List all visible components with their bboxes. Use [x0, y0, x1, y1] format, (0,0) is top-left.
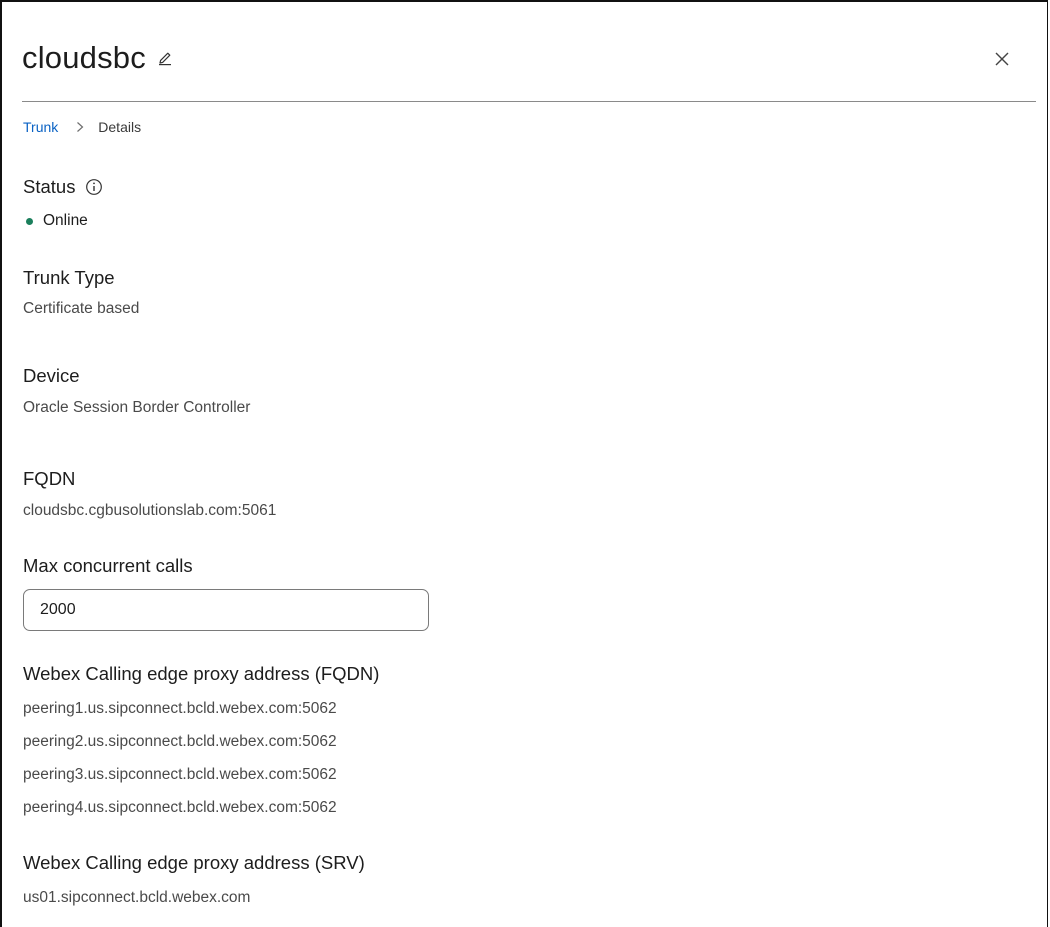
status-text: Online	[43, 212, 88, 229]
edge-proxy-fqdn-item: peering1.us.sipconnect.bcld.webex.com:50…	[23, 700, 337, 717]
close-icon[interactable]	[992, 49, 1012, 69]
breadcrumb-current: Details	[98, 119, 142, 135]
device-label: Device	[23, 365, 80, 386]
max-calls-input[interactable]	[23, 589, 429, 631]
edge-proxy-fqdn-item: peering3.us.sipconnect.bcld.webex.com:50…	[23, 766, 337, 783]
device-value: Oracle Session Border Controller	[23, 399, 251, 416]
trunk-type-value: Certificate based	[23, 300, 140, 317]
edge-proxy-srv-value: us01.sipconnect.bcld.webex.com	[23, 889, 251, 906]
edge-proxy-srv-label: Webex Calling edge proxy address (SRV)	[23, 852, 365, 873]
status-online-dot	[26, 217, 33, 225]
page-title: cloudsbc	[22, 40, 146, 75]
fqdn-label: FQDN	[23, 468, 76, 489]
breadcrumb-trunk-link[interactable]: Trunk	[23, 119, 58, 135]
status-label: Status	[23, 176, 76, 197]
pencil-icon[interactable]	[156, 49, 174, 67]
panel-header: cloudsbc	[22, 40, 174, 76]
max-calls-label: Max concurrent calls	[23, 555, 193, 576]
trunk-details-panel: cloudsbc Trunk Details Status Online Tru…	[0, 0, 1048, 927]
trunk-type-label: Trunk Type	[23, 267, 115, 288]
fqdn-value: cloudsbc.cgbusolutionslab.com:5061	[23, 502, 277, 519]
info-icon[interactable]	[85, 178, 103, 196]
status-value: Online	[23, 212, 88, 230]
chevron-right-icon	[76, 121, 84, 133]
status-label-row: Status	[23, 176, 103, 198]
header-divider	[22, 101, 1036, 102]
breadcrumb: Trunk Details	[23, 119, 141, 135]
edge-proxy-fqdn-label: Webex Calling edge proxy address (FQDN)	[23, 663, 380, 684]
edge-proxy-fqdn-item: peering2.us.sipconnect.bcld.webex.com:50…	[23, 733, 337, 750]
edge-proxy-fqdn-item: peering4.us.sipconnect.bcld.webex.com:50…	[23, 799, 337, 816]
